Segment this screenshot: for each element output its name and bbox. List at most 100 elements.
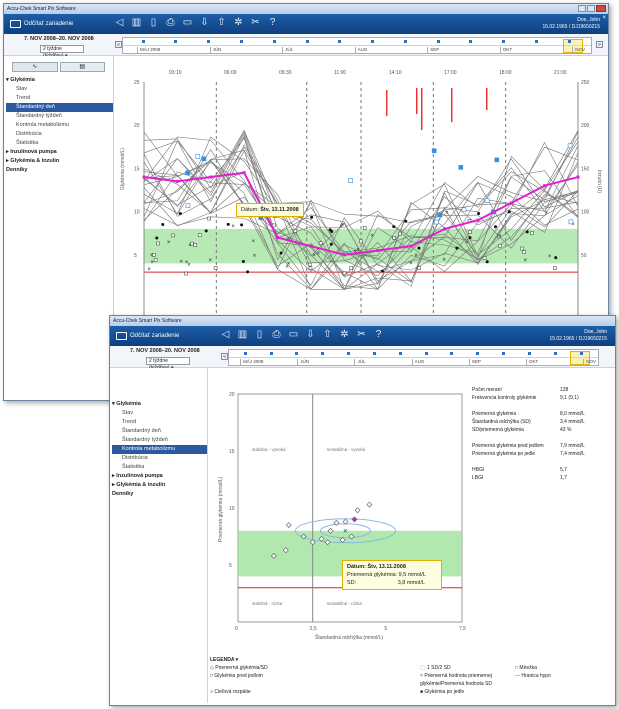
- timeline[interactable]: MÁJ 2008 JÚN JÚL AUG SEP OKT NOV: [228, 349, 599, 366]
- sidebar-item-inzul-nov-pumpa[interactable]: ▸ Inzulínová pumpa: [112, 472, 207, 481]
- print-icon[interactable]: ⎙: [271, 329, 282, 341]
- timeline-marker: [141, 40, 145, 43]
- tooltip-sd-label: SD:: [347, 580, 357, 586]
- timeline-month[interactable]: AUG: [411, 359, 424, 366]
- timeline-month[interactable]: JÚN: [297, 359, 309, 366]
- sidebar-item--tatistika[interactable]: Štatistika: [6, 139, 113, 148]
- minimize-button[interactable]: [578, 5, 586, 12]
- timeline-month[interactable]: JÚL: [282, 47, 293, 54]
- back-icon[interactable]: ◁: [220, 329, 231, 341]
- help-icon[interactable]: ?: [373, 329, 384, 341]
- settings-icon[interactable]: ✲: [233, 17, 244, 29]
- timeline-month[interactable]: MÁJ 2008: [240, 359, 263, 366]
- import-icon[interactable]: ⇧: [216, 17, 227, 29]
- print-icon[interactable]: ⎙: [165, 17, 176, 29]
- sidebar-item-inzul-nov-pumpa[interactable]: ▸ Inzulínová pumpa: [6, 148, 113, 157]
- timeline-month[interactable]: SEP: [468, 359, 481, 366]
- tab-table[interactable]: ▤: [59, 62, 105, 72]
- read-device-button[interactable]: Odčítať zariadenie: [116, 332, 179, 340]
- sidebar-item-trend[interactable]: Trend: [6, 94, 113, 103]
- x-tick: 7,5: [459, 626, 466, 632]
- document-icon[interactable]: ▯: [254, 329, 265, 341]
- timeline-marker: [243, 352, 247, 355]
- sidebar-item-glyk-mia[interactable]: ▾ Glykémia: [112, 400, 207, 409]
- period-select[interactable]: 2 týždne (týždňov) ▾: [146, 357, 190, 371]
- import-icon[interactable]: ⇧: [322, 329, 333, 341]
- toolbar-icons: ◁ ▥ ▯ ⎙ ▭ ⇩ ⇧ ✲ ✂ ?: [220, 329, 384, 341]
- sidebar-item-denn-ky[interactable]: Denníky: [112, 490, 207, 499]
- chart-icon[interactable]: ▥: [131, 17, 142, 29]
- timeline-forward-button[interactable]: »: [596, 41, 603, 48]
- sidebar-item-distrib-cia[interactable]: Distribúcia: [6, 130, 113, 139]
- sidebar-item-denn-ky[interactable]: Denníky: [6, 166, 113, 175]
- sidebar-item-stav[interactable]: Stav: [6, 85, 113, 94]
- y-axis-label: Priemerná glykémia (mmol/L): [218, 476, 224, 542]
- export-icon[interactable]: ⇩: [199, 17, 210, 29]
- sidebar-item-distrib-cia[interactable]: Distribúcia: [112, 454, 207, 463]
- save-icon[interactable]: ▭: [288, 329, 299, 341]
- settings-icon[interactable]: ✲: [339, 329, 350, 341]
- sidebar-item-glyk-mia-inzul-n[interactable]: ▸ Glykémia & inzulín: [6, 157, 113, 166]
- timeline-marker: [502, 352, 506, 355]
- patient-id: 15.02.1965 / DJ19650215: [542, 24, 600, 30]
- sidebar-item--tatistika[interactable]: Štatistika: [112, 463, 207, 472]
- tools-icon[interactable]: ✂: [250, 17, 261, 29]
- timeline-month[interactable]: OKT: [499, 47, 512, 54]
- sidebar-item--tandardn-de-[interactable]: Štandardný deň: [112, 427, 207, 436]
- period-select[interactable]: 2 týždne (týždňov) ▾: [40, 45, 84, 59]
- tab-graph[interactable]: ∿: [12, 62, 58, 72]
- back-icon[interactable]: ◁: [114, 17, 125, 29]
- time-label: 11:00: [334, 70, 346, 76]
- reading-cross-marker: ×: [231, 224, 235, 230]
- quadrant-label: nestabilná - vysoká: [327, 447, 366, 452]
- statistic-row: Priemerná glykémia po jedle 7,4 mmol/L: [472, 450, 612, 458]
- timeline-marker: [347, 352, 351, 355]
- window-controls: [578, 5, 606, 12]
- reading-cross-marker: ×: [409, 261, 413, 267]
- reading-cross-marker: ×: [185, 260, 189, 266]
- read-device-button[interactable]: Odčítať zariadenie: [10, 20, 73, 28]
- close-button[interactable]: [596, 5, 606, 12]
- timeline-month[interactable]: AUG: [354, 47, 367, 54]
- y-tick-left: 15: [134, 166, 140, 172]
- sidebar-item-glyk-mia-inzul-n[interactable]: ▸ Glykémia & inzulín: [112, 481, 207, 490]
- legend-item: ◯ 1 SD/2 SD: [420, 664, 515, 672]
- reading-cross-marker: ×: [442, 257, 446, 263]
- timeline-marker: [338, 40, 342, 43]
- reading-dot-marker: [161, 222, 165, 226]
- timeline-month[interactable]: OKT: [526, 359, 538, 366]
- tools-icon[interactable]: ✂: [356, 329, 367, 341]
- legend-item: ■ Cieľová rozpätie: [210, 688, 420, 696]
- maximize-button[interactable]: [587, 5, 595, 12]
- close-patient-icon[interactable]: ×: [602, 15, 606, 21]
- timeline-back-button[interactable]: «: [221, 353, 228, 360]
- statistic-row: Priemerná glykémia 8,0 mmol/L: [472, 410, 612, 418]
- timeline[interactable]: MÁJ 2008 JÚN JÚL AUG SEP OKT NOV: [122, 37, 592, 54]
- reading-cross-marker: ×: [445, 211, 449, 217]
- chart-icon[interactable]: ▥: [237, 329, 248, 341]
- sidebar-item--tandardn-de-[interactable]: Štandardný deň: [6, 103, 113, 112]
- sidebar-item-kontrola-metabolizmu[interactable]: Kontrola metabolizmu: [112, 445, 207, 454]
- sidebar-item-trend[interactable]: Trend: [112, 418, 207, 427]
- export-icon[interactable]: ⇩: [305, 329, 316, 341]
- timeline-month[interactable]: NOV: [583, 359, 596, 366]
- save-icon[interactable]: ▭: [182, 17, 193, 29]
- timeline-back-button[interactable]: «: [115, 41, 122, 48]
- sidebar-item-glyk-mia[interactable]: ▾ Glykémia: [6, 76, 113, 85]
- sidebar-item--tandardn-t-de-[interactable]: Štandardný týždeň: [112, 436, 207, 445]
- timeline-month[interactable]: NOV: [572, 47, 585, 54]
- statistic-value: 7,4 mmol/L: [560, 451, 585, 457]
- help-icon[interactable]: ?: [267, 17, 278, 29]
- sidebar-item--tandardn-t-de-[interactable]: Štandardný týždeň: [6, 112, 113, 121]
- legend-toggle[interactable]: LEGENDA ▾: [210, 656, 610, 664]
- timeline-month[interactable]: SEP: [427, 47, 439, 54]
- reading-dot-marker: [525, 230, 529, 234]
- y-tick-right: 150: [581, 166, 590, 172]
- timeline-month[interactable]: MÁJ 2008: [137, 47, 160, 54]
- sidebar-item-kontrola-metabolizmu[interactable]: Kontrola metabolizmu: [6, 121, 113, 130]
- document-icon[interactable]: ▯: [148, 17, 159, 29]
- timeline-month[interactable]: JÚL: [354, 359, 365, 366]
- timeline-month[interactable]: JÚN: [209, 47, 221, 54]
- sidebar-item-stav[interactable]: Stav: [112, 409, 207, 418]
- reading-cross-marker: ×: [253, 253, 257, 259]
